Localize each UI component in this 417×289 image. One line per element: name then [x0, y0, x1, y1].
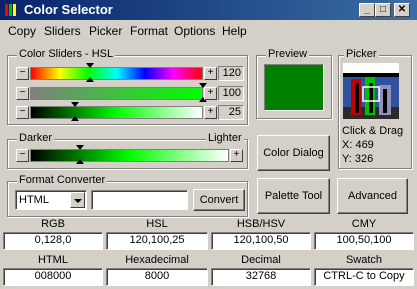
- format-input[interactable]: [91, 190, 188, 210]
- saturation-decrement-button[interactable]: −: [16, 87, 29, 100]
- hsl-header: HSL: [146, 218, 168, 230]
- menu-picker[interactable]: Picker: [89, 24, 122, 38]
- close-button[interactable]: ✕: [394, 3, 410, 17]
- lightness-slider-track[interactable]: [30, 106, 203, 119]
- chevron-down-icon[interactable]: [70, 192, 85, 208]
- rgb-header: RGB: [41, 218, 65, 230]
- title-bar: Color Selector _ □ ✕: [0, 0, 417, 20]
- shade-slider-thumb-bottom[interactable]: [76, 159, 84, 164]
- hue-increment-button[interactable]: +: [204, 67, 217, 80]
- advanced-button[interactable]: Advanced: [337, 178, 408, 214]
- color-sliders-label: Color Sliders - HSL: [17, 48, 116, 60]
- picker-magnifier[interactable]: [343, 63, 399, 119]
- cmy-header: CMY: [351, 218, 377, 230]
- html-header: HTML: [38, 254, 68, 266]
- lightness-increment-button[interactable]: +: [204, 106, 217, 119]
- hsl-value[interactable]: 120,100,25: [106, 232, 208, 250]
- hue-value[interactable]: 120: [218, 66, 244, 81]
- menu-sliders[interactable]: Sliders: [44, 24, 81, 38]
- shade-decrement-button[interactable]: −: [16, 149, 29, 162]
- saturation-increment-button[interactable]: +: [204, 87, 217, 100]
- convert-button[interactable]: Convert: [193, 189, 245, 211]
- hsb-header: HSB/HSV: [236, 218, 286, 230]
- decimal-value[interactable]: 32768: [211, 268, 311, 286]
- picker-x: X: 469: [342, 139, 374, 151]
- lighter-label: Lighter: [206, 132, 244, 144]
- app-icon: [5, 4, 16, 16]
- saturation-slider-track[interactable]: [30, 87, 203, 100]
- maximize-button[interactable]: □: [375, 3, 391, 17]
- picker-hint: Click & Drag: [342, 125, 404, 137]
- swatch-header: Swatch: [345, 254, 383, 266]
- picker-label: Picker: [344, 48, 379, 60]
- lightness-slider-thumb-bottom[interactable]: [71, 116, 79, 121]
- shade-increment-button[interactable]: +: [230, 149, 243, 162]
- hue-slider-track[interactable]: [30, 67, 203, 80]
- menu-help[interactable]: Help: [222, 24, 247, 38]
- menu-bar: Copy Sliders Picker Format Options Help: [0, 21, 417, 40]
- preview-label: Preview: [266, 48, 310, 60]
- hexadecimal-value[interactable]: 8000: [106, 268, 208, 286]
- hue-slider-thumb-top[interactable]: [86, 63, 94, 68]
- window-title: Color Selector: [24, 2, 113, 17]
- cmy-value[interactable]: 100,50,100: [314, 232, 414, 250]
- menu-options[interactable]: Options: [174, 24, 215, 38]
- format-converter-label: Format Converter: [17, 174, 108, 186]
- shade-slider-thumb-top[interactable]: [76, 145, 84, 150]
- hue-slider-thumb-bottom[interactable]: [86, 77, 94, 82]
- picker-y: Y: 326: [342, 153, 374, 165]
- hue-decrement-button[interactable]: −: [16, 67, 29, 80]
- color-dialog-button[interactable]: Color Dialog: [257, 135, 330, 171]
- shade-slider-track[interactable]: [30, 149, 229, 162]
- menu-format[interactable]: Format: [130, 24, 168, 38]
- menu-copy[interactable]: Copy: [8, 24, 36, 38]
- rgb-value[interactable]: 0,128,0: [3, 232, 103, 250]
- format-select[interactable]: HTML: [15, 190, 87, 210]
- decimal-header: Decimal: [241, 254, 281, 266]
- minimize-button[interactable]: _: [359, 3, 375, 17]
- lightness-decrement-button[interactable]: −: [16, 106, 29, 119]
- darker-label: Darker: [17, 132, 55, 144]
- html-value[interactable]: 008000: [3, 268, 103, 286]
- hexadecimal-header: Hexadecimal: [125, 254, 189, 266]
- saturation-value[interactable]: 100: [218, 86, 244, 101]
- preview-swatch: [264, 64, 324, 111]
- lightness-slider-thumb-top[interactable]: [71, 102, 79, 107]
- format-selected: HTML: [19, 194, 49, 206]
- hsb-value[interactable]: 120,100,50: [211, 232, 311, 250]
- swatch-value[interactable]: CTRL-C to Copy: [314, 268, 414, 286]
- lightness-value[interactable]: 25: [218, 105, 244, 120]
- palette-tool-button[interactable]: Palette Tool: [257, 178, 330, 214]
